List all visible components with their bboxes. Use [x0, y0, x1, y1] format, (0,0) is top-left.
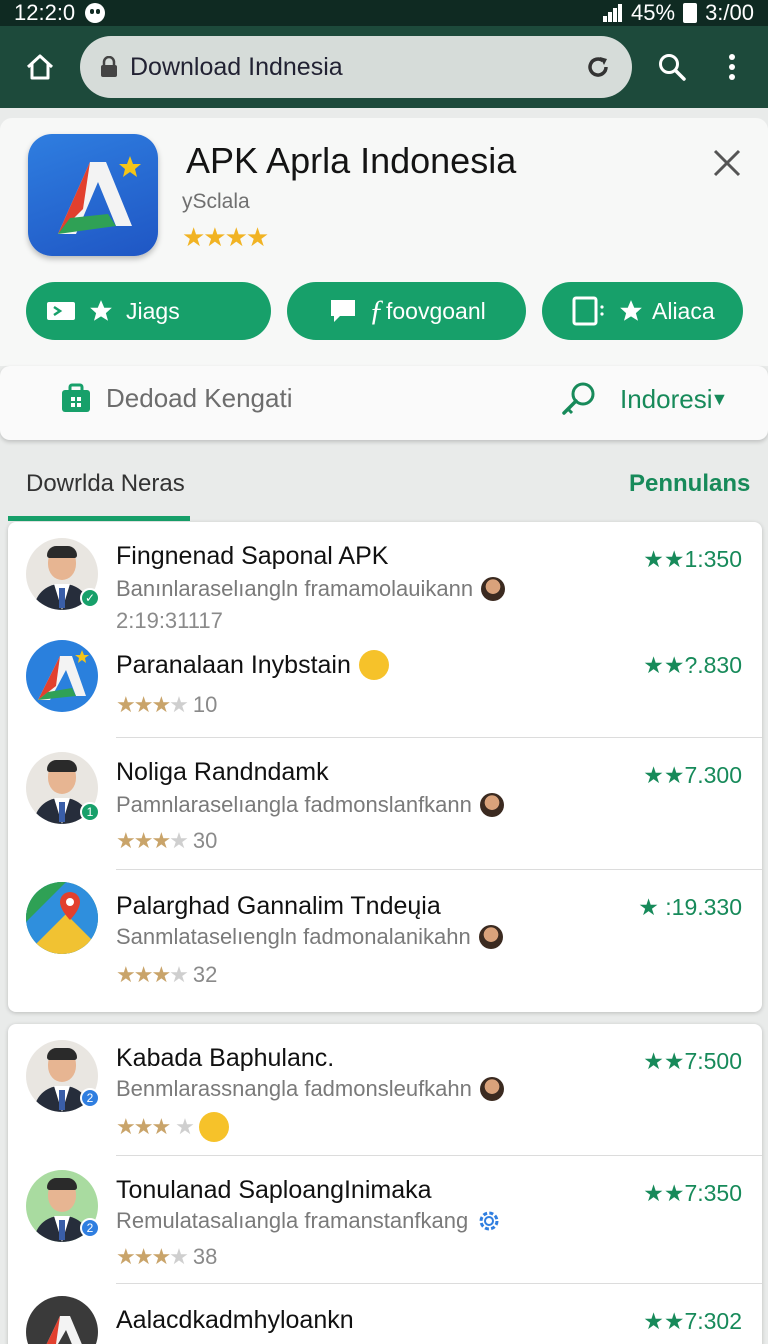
list-tabs: Dowrlda Neras Pennulans: [0, 458, 768, 522]
tablet-icon: [572, 296, 604, 326]
list-item[interactable]: Paranalaan Inybstain ★★★ ★ 10 ★★?.830: [8, 634, 762, 738]
list-item-subtitle: Pamnlaraselıangla fadmonslanfkann: [116, 792, 504, 818]
list-item-title: Tonulanad SaploangInimaka: [116, 1176, 432, 1204]
lock-icon: [101, 56, 117, 77]
download-count: ★★1:350: [643, 546, 742, 572]
list-item-rating: ★★★ ★ 32: [116, 962, 218, 987]
list-item-rating: ★★★ ★: [116, 1112, 229, 1142]
app-title: APK Aprla Indonesia: [186, 140, 517, 181]
download-count: ★★7:500: [643, 1048, 742, 1074]
action-chip-label: Jiags: [126, 297, 180, 324]
url-bar[interactable]: Download Indnesia: [80, 36, 632, 98]
face-icon: [481, 577, 506, 601]
notification-face-icon: [85, 3, 106, 23]
app-logo-icon: [26, 640, 98, 712]
briefcase-icon: [62, 383, 90, 412]
close-button[interactable]: [706, 142, 748, 184]
app-developer: ySclala: [182, 190, 250, 213]
home-icon: [26, 54, 54, 80]
search-button[interactable]: [642, 26, 702, 108]
app-header-card: APK Aprla Indonesia ySclala ★★★★ Jiags ƒ…: [0, 118, 768, 366]
close-icon: [713, 149, 741, 177]
face-icon: [479, 793, 504, 817]
list-item[interactable]: Aalacdkadmhyloankn ★★7:302: [8, 1284, 762, 1344]
region-filter[interactable]: Indoresi ▼: [560, 380, 728, 418]
list-item-subtitle: Remulatasalıangla framanstanfkang: [116, 1208, 502, 1234]
badge-icon: ✓: [80, 588, 100, 608]
app-logo-icon: [26, 1296, 98, 1344]
tab-pennulans[interactable]: Pennulans: [629, 470, 750, 498]
list-item[interactable]: 2 Kabada Baphulanc. Benmlarassnangla fad…: [8, 1024, 762, 1156]
list-item[interactable]: 1 Noliga Randndamk Pamnlaraselıangla fad…: [8, 738, 762, 870]
status-time: 12:2:0: [14, 0, 76, 25]
download-count: ★★7:350: [643, 1180, 742, 1206]
star-icon: [620, 300, 642, 321]
app-list-card-2: 2 Kabada Baphulanc. Benmlarassnangla fad…: [8, 1024, 762, 1344]
gear-icon: [479, 1211, 499, 1231]
star-icon: [90, 300, 112, 321]
filter-bar: Dedoad Kengati Indoresi ▼: [0, 366, 768, 440]
download-count: ★★7.300: [643, 762, 742, 788]
action-chip-foovgoanl[interactable]: ƒ foovgoanl: [287, 282, 526, 340]
list-item-title: Fingnenad Saponal APK: [116, 542, 389, 570]
list-item-meta: 2:19:31117: [116, 608, 223, 633]
more-vert-icon: [729, 54, 735, 80]
badge-icon: 2: [80, 1218, 100, 1238]
download-count: ★★?.830: [643, 652, 742, 678]
face-icon: [478, 925, 503, 949]
badge-icon: 1: [80, 802, 100, 822]
battery-percent: 45%: [631, 0, 676, 25]
list-item-title: Paranalaan Inybstain: [116, 650, 389, 680]
app-list-card: ✓ Fingnenad Saponal APK Banınlaraselıang…: [8, 522, 762, 1012]
tab-downloads[interactable]: Dowrlda Neras: [26, 470, 185, 498]
list-item-title: Palarghad Gannalim Tndeųia: [116, 892, 441, 920]
chevron-down-icon: ▼: [710, 388, 729, 409]
list-item-subtitle: Banınlaraselıangln framamolauikann: [116, 576, 506, 602]
battery-icon: [683, 3, 698, 23]
list-item[interactable]: 2 Tonulanad SaploangInimaka Remulatasalı…: [8, 1156, 762, 1284]
laugh-emoji-icon: [198, 1112, 229, 1142]
function-icon: ƒ: [369, 294, 384, 327]
app-rating-stars: ★★★★: [182, 222, 269, 252]
app-logo-icon: [28, 134, 158, 256]
region-label: Indoresi: [620, 383, 713, 414]
action-chip-label: Aliaca: [652, 297, 715, 324]
search-icon: [659, 54, 686, 81]
list-item-rating: ★★★ ★ 10: [116, 692, 218, 717]
download-count: ★★7:302: [643, 1308, 742, 1334]
list-item-subtitle: Sanmlataselıengln fadmonalanikahn: [116, 924, 503, 950]
overflow-menu-button[interactable]: [702, 26, 762, 108]
chat-icon: [331, 300, 355, 322]
list-item-title: Noliga Randndamk: [116, 758, 329, 786]
face-icon: [479, 1077, 504, 1101]
maps-logo-icon: [26, 882, 98, 954]
list-item-title: Kabada Baphulanc.: [116, 1044, 335, 1072]
action-chip-aliaca[interactable]: Aliaca: [542, 282, 743, 340]
list-item[interactable]: Palarghad Gannalim Tndeųia Sanmlataselıe…: [8, 870, 762, 1000]
category-filter[interactable]: Dedoad Kengati: [60, 382, 292, 414]
download-count: ★ :19.330: [638, 894, 742, 920]
list-item-rating: ★★★ ★ 30: [116, 828, 218, 853]
video-icon: [47, 302, 75, 320]
category-filter-label: Dedoad Kengati: [106, 382, 293, 413]
list-item-rating: ★★★ ★ 38: [116, 1244, 218, 1269]
list-item-title: Aalacdkadmhyloankn: [116, 1306, 354, 1334]
reload-icon[interactable]: [584, 53, 612, 81]
signal-icon: [603, 4, 623, 22]
action-chip-label: foovgoanl: [386, 297, 486, 324]
list-item-subtitle: Benmlarassnangla fadmonsleufkahn: [116, 1076, 504, 1102]
browser-toolbar: Download Indnesia: [0, 26, 768, 108]
action-chip-jiags[interactable]: Jiags: [26, 282, 271, 340]
list-item[interactable]: ✓ Fingnenad Saponal APK Banınlaraselıang…: [8, 522, 762, 634]
tab-active-indicator: [8, 516, 190, 521]
status-bar: 12:2:0 45% 3:/00: [0, 0, 768, 26]
url-text: Download Indnesia: [130, 52, 343, 81]
key-search-icon: [562, 382, 595, 415]
home-button[interactable]: [0, 26, 80, 108]
wink-emoji-icon: [358, 650, 389, 680]
status-clock-right: 3:/00: [705, 0, 754, 25]
badge-icon: 2: [80, 1088, 100, 1108]
